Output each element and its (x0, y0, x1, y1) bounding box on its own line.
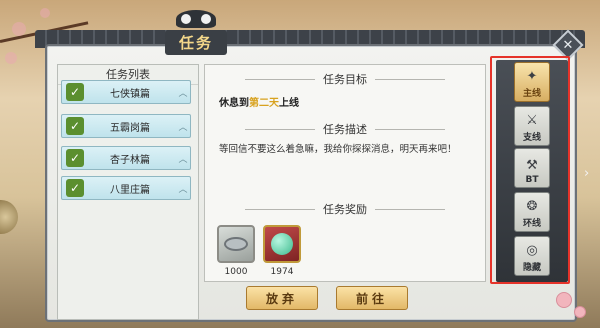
reward-value: 1000 (224, 267, 248, 277)
crest-icon (176, 10, 216, 28)
close-icon: ✕ (562, 37, 574, 53)
quest-item-label: 八里庄篇 (110, 184, 150, 196)
quest-description: 等回信不要这么着急嘛，我给你探探消息，明天再来吧！ (219, 144, 457, 155)
check-icon: ✓ (66, 117, 84, 135)
abandon-button[interactable]: 放弃 (246, 286, 318, 310)
check-icon: ✓ (66, 149, 84, 167)
goal-title: 任务目标 (323, 73, 367, 86)
divider (245, 128, 315, 130)
chevron-up-icon: ︿ (178, 122, 188, 133)
jade-orb-icon (271, 233, 293, 255)
silver-coin-icon (224, 237, 248, 251)
quest-item[interactable]: ✓ 八里庄篇 ︿ (61, 176, 191, 200)
goal-suffix: 上线 (279, 98, 299, 109)
title-plaque: 任务 (148, 10, 244, 58)
blossom-icon (556, 292, 572, 308)
goal-highlight: 第二天 (249, 98, 279, 109)
reward-section-title: 任务奖励 (205, 201, 485, 217)
reward-value: 1974 (270, 267, 294, 277)
chevron-up-icon: ︿ (178, 88, 188, 99)
divider (375, 78, 445, 80)
divider (245, 78, 315, 80)
goal-section-title: 任务目标 (205, 71, 485, 87)
window-title: 任务 (164, 30, 227, 55)
divider (375, 208, 445, 210)
quest-item-label: 五霸岗篇 (110, 122, 150, 134)
reward-title: 任务奖励 (323, 203, 367, 216)
blossom-icon (574, 306, 586, 318)
background-blossom (5, 52, 17, 64)
reward-item[interactable] (263, 225, 301, 263)
quest-item[interactable]: ✓ 杏子林篇 ︿ (61, 146, 191, 170)
goal-prefix: 休息到 (219, 98, 249, 109)
quest-item[interactable]: ✓ 七侠镇篇 ︿ (61, 80, 191, 104)
background-blossom (40, 8, 50, 18)
quest-item-label: 七侠镇篇 (110, 88, 150, 100)
chevron-up-icon: ︿ (178, 184, 188, 195)
goal-text: 休息到第二天上线 (219, 94, 299, 109)
reward-item[interactable] (217, 225, 255, 263)
highlight-box (490, 56, 570, 284)
chevron-right-icon[interactable]: › (584, 166, 589, 181)
background-blossom (12, 22, 26, 36)
divider (245, 208, 315, 210)
quest-item[interactable]: ✓ 五霸岗篇 ︿ (61, 114, 191, 138)
divider (375, 128, 445, 130)
check-icon: ✓ (66, 83, 84, 101)
quest-detail-panel: 任务目标 休息到第二天上线 任务描述 等回信不要这么着急嘛，我给你探探消息，明天… (204, 64, 486, 282)
side-orb-icon[interactable] (0, 200, 18, 234)
chevron-up-icon: ︿ (178, 154, 188, 165)
desc-section-title: 任务描述 (205, 121, 485, 137)
quest-item-label: 杏子林篇 (110, 154, 150, 166)
desc-title: 任务描述 (323, 123, 367, 136)
check-icon: ✓ (66, 179, 84, 197)
go-button[interactable]: 前往 (336, 286, 408, 310)
